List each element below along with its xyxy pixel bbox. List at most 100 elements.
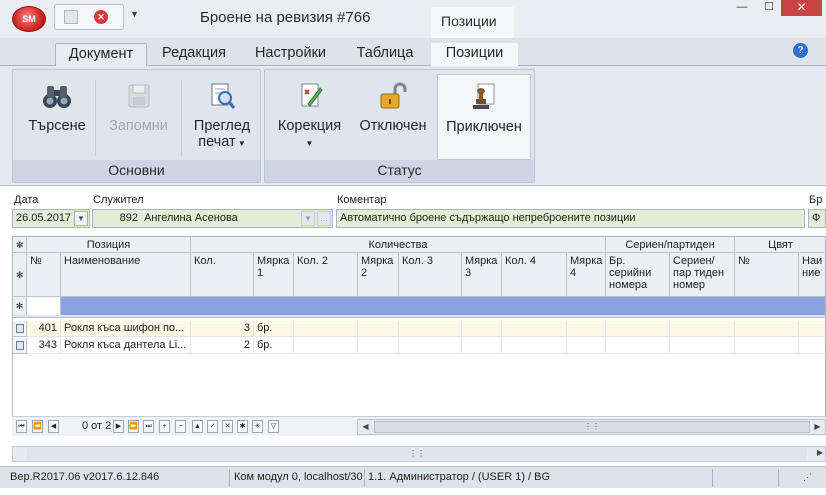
cell-empty[interactable] xyxy=(606,338,670,354)
form-scroll-right-icon[interactable]: ▶ xyxy=(817,448,823,457)
scroll-left-icon[interactable]: ◀ xyxy=(359,421,372,433)
date-dropdown-icon[interactable]: ▼ xyxy=(74,211,88,226)
nav-post-icon[interactable]: ✓ xyxy=(207,420,218,433)
cell-empty[interactable] xyxy=(462,321,502,337)
cell-empty[interactable] xyxy=(567,338,606,354)
cell-qty[interactable]: 3 xyxy=(191,321,254,337)
tab-table[interactable]: Таблица xyxy=(343,43,427,66)
nav-next-page-icon[interactable]: ⏩ xyxy=(128,420,139,433)
window-title: Броене на ревизия #766 xyxy=(200,9,371,26)
cell-empty[interactable] xyxy=(502,338,567,354)
nav-next-icon[interactable]: ▶ xyxy=(113,420,124,433)
cell-empty[interactable] xyxy=(462,338,502,354)
cell-name[interactable]: Рокля къса шифон по... xyxy=(61,321,191,337)
row-checkbox-icon[interactable] xyxy=(16,341,24,350)
cell-unit[interactable]: бр. xyxy=(254,338,294,354)
cell-empty[interactable] xyxy=(567,321,606,337)
new-row-cell[interactable] xyxy=(27,297,61,315)
col-name[interactable]: Наименование xyxy=(61,253,191,297)
nav-bookmark-icon[interactable]: ✳ xyxy=(252,420,263,433)
cell-name[interactable]: Рокля къса дантела Li... xyxy=(61,338,191,354)
cell-empty[interactable] xyxy=(399,338,462,354)
save-icon[interactable] xyxy=(64,10,78,24)
nav-prev-page-icon[interactable]: ⏪ xyxy=(32,420,43,433)
tab-document[interactable]: Документ xyxy=(55,43,147,66)
completed-button[interactable]: Приключен xyxy=(437,74,531,160)
app-logo[interactable]: SM xyxy=(12,6,46,32)
cell-no[interactable]: 343 xyxy=(27,338,61,354)
cell-empty[interactable] xyxy=(670,338,735,354)
form-scroll-thumb[interactable]: ⋮⋮ xyxy=(27,448,807,460)
record-count: 0 от 2 xyxy=(82,420,112,432)
col-unit3[interactable]: Мярка 3 xyxy=(462,253,502,297)
employee-browse-icon[interactable]: … xyxy=(317,211,331,226)
cell-empty[interactable] xyxy=(294,321,358,337)
cell-empty[interactable] xyxy=(799,321,825,337)
scroll-right-icon[interactable]: ▶ xyxy=(811,421,824,433)
new-item-row[interactable]: ✻ xyxy=(13,297,825,315)
nav-refresh-icon[interactable]: ✱ xyxy=(237,420,248,433)
nav-insert-icon[interactable]: + xyxy=(159,420,170,433)
form-horizontal-scrollbar[interactable]: ⋮⋮ ▶ xyxy=(12,446,826,462)
col-color-no[interactable]: № xyxy=(735,253,799,297)
scroll-thumb[interactable]: ⋮⋮ xyxy=(374,421,810,433)
col-qty2[interactable]: Кол. 2 xyxy=(294,253,358,297)
minimize-button[interactable]: — xyxy=(731,0,753,16)
col-qty4[interactable]: Кол. 4 xyxy=(502,253,567,297)
cell-empty[interactable] xyxy=(735,321,799,337)
col-unit2[interactable]: Мярка 2 xyxy=(358,253,399,297)
cell-qty[interactable]: 2 xyxy=(191,338,254,354)
save-ribbon-button[interactable]: Запомни xyxy=(101,74,176,160)
close-button[interactable]: ✕ xyxy=(781,0,822,16)
correction-button[interactable]: Корекция ▼ xyxy=(268,74,351,160)
cell-empty[interactable] xyxy=(502,321,567,337)
col-no[interactable]: № xyxy=(27,253,61,297)
col-unit4[interactable]: Мярка 4 xyxy=(567,253,606,297)
tab-positions[interactable]: Позиции xyxy=(431,43,518,66)
nav-delete-icon[interactable]: − xyxy=(175,420,186,433)
tab-edit[interactable]: Редакция xyxy=(150,43,238,66)
row-selector[interactable] xyxy=(13,321,27,337)
col-qty[interactable]: Кол. xyxy=(191,253,254,297)
resize-grip-icon[interactable]: ⋰ xyxy=(803,472,812,483)
grid-horizontal-scrollbar[interactable]: ◀ ⋮⋮ ▶ xyxy=(357,419,826,435)
tab-settings[interactable]: Настройки xyxy=(243,43,338,66)
comment-field[interactable]: Автоматично броене съдържащо непреброени… xyxy=(336,209,805,228)
cell-empty[interactable] xyxy=(294,338,358,354)
unlocked-button[interactable]: Отключен xyxy=(353,74,433,160)
nav-last-page-icon[interactable]: ⏭ xyxy=(143,420,154,433)
cell-empty[interactable] xyxy=(399,321,462,337)
row-selector[interactable] xyxy=(13,338,27,354)
employee-dropdown-icon[interactable]: ▼ xyxy=(301,211,315,226)
cell-empty[interactable] xyxy=(606,321,670,337)
maximize-button[interactable]: ☐ xyxy=(758,0,780,16)
cell-empty[interactable] xyxy=(735,338,799,354)
nav-cancel-icon[interactable]: ✕ xyxy=(222,420,233,433)
nav-filter-icon[interactable]: ▽ xyxy=(268,420,279,433)
nav-edit-icon[interactable]: ▲ xyxy=(192,420,203,433)
cell-empty[interactable] xyxy=(358,321,399,337)
col-unit1[interactable]: Мярка 1 xyxy=(254,253,294,297)
cell-unit[interactable]: бр. xyxy=(254,321,294,337)
extra-field[interactable]: Ф xyxy=(808,209,826,228)
qat-dropdown-icon[interactable]: ▼ xyxy=(130,9,139,19)
status-divider xyxy=(364,469,365,487)
nav-first-page-icon[interactable]: ⏮ xyxy=(16,420,27,433)
cell-no[interactable]: 401 xyxy=(27,321,61,337)
print-preview-label-1: Преглед xyxy=(193,118,251,134)
col-qty3[interactable]: Кол. 3 xyxy=(399,253,462,297)
help-icon[interactable]: ? xyxy=(793,43,808,58)
row-checkbox-icon[interactable] xyxy=(16,324,24,333)
search-button[interactable]: Търсене xyxy=(18,74,96,160)
close-doc-icon[interactable]: ✕ xyxy=(94,10,108,24)
cell-empty[interactable] xyxy=(670,321,735,337)
col-serial-count[interactable]: Бр. серийни номера xyxy=(606,253,670,297)
cell-empty[interactable] xyxy=(799,338,825,354)
completed-label: Приключен xyxy=(446,119,522,135)
cell-empty[interactable] xyxy=(358,338,399,354)
col-color-name[interactable]: Наи ние xyxy=(799,253,825,297)
print-preview-button[interactable]: Преглед печат ▼ xyxy=(186,74,258,160)
employee-field[interactable]: 892 Ангелина Асенова xyxy=(92,209,333,228)
col-serial-number[interactable]: Сериен/пар тиден номер xyxy=(670,253,735,297)
nav-prev-icon[interactable]: ◀ xyxy=(48,420,59,433)
